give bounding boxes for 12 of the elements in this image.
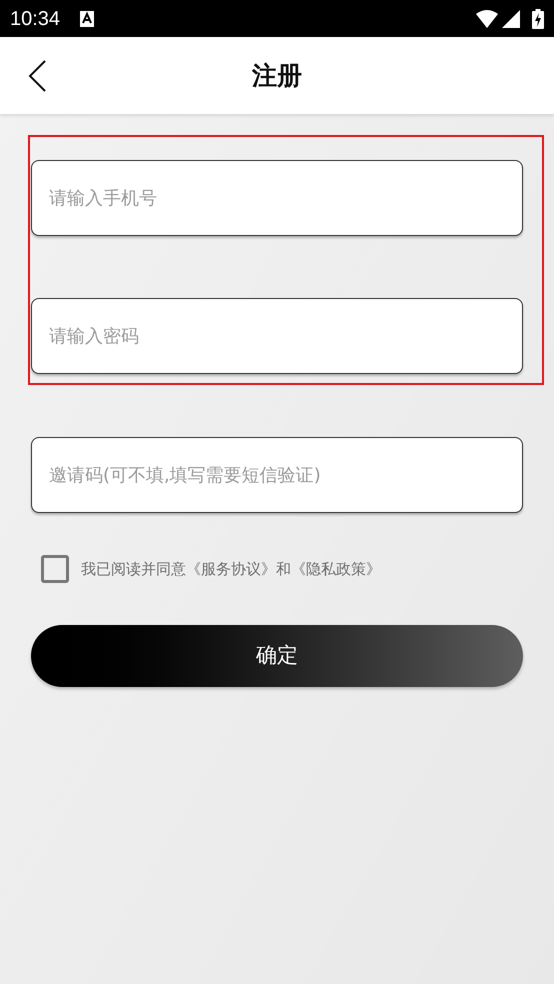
confirm-button[interactable]: 确定 xyxy=(31,625,523,687)
input-field[interactable]: 邀请码(可不填,填写需要短信验证) xyxy=(31,437,523,513)
agreement-checkbox[interactable] xyxy=(41,555,69,583)
wifi-icon xyxy=(476,10,498,28)
battery-icon xyxy=(532,8,544,28)
signal-icon xyxy=(502,10,520,28)
input-field[interactable]: 请输入密码 xyxy=(31,298,523,374)
keyboard-a-icon xyxy=(80,10,94,26)
status-time: 10:34 xyxy=(10,6,60,32)
input-field[interactable]: 请输入手机号 xyxy=(31,160,523,236)
page-title: 注册 xyxy=(252,60,302,92)
agreement-text: 我已阅读并同意《服务协议》和《隐私政策》 xyxy=(81,558,381,580)
